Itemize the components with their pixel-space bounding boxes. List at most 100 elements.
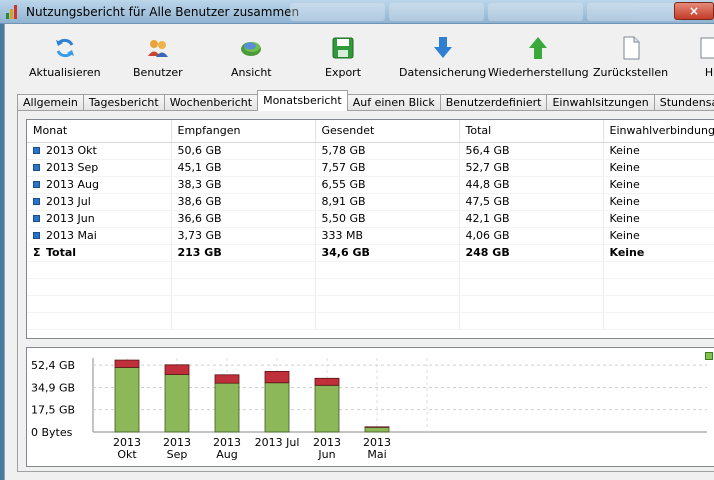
refresh-icon <box>55 38 74 58</box>
empty-cell <box>171 261 316 279</box>
cell-text: 36,6 GB <box>177 212 222 225</box>
empty-cell <box>603 261 714 279</box>
cell-text: 248 GB <box>465 246 510 259</box>
empty-cell <box>315 261 460 279</box>
restore-button[interactable]: Wiederherstellung <box>488 32 589 80</box>
cell-text: 50,6 GB <box>177 144 222 157</box>
empty-cell <box>459 295 604 313</box>
cell-received: 50,6 GB <box>171 142 316 160</box>
save-icon <box>332 37 354 59</box>
close-button[interactable]: × <box>674 2 714 20</box>
tab-stundensatz[interactable]: Stundensatz <box>653 94 714 111</box>
cell-text: 52,7 GB <box>465 161 510 174</box>
cell-sent: 333 MB <box>315 227 460 245</box>
y-tick-label: 17,5 GB <box>31 404 75 417</box>
empty-row <box>27 312 714 330</box>
cell-total: 56,4 GB <box>459 142 604 160</box>
cell-received: 3,73 GB <box>171 227 316 245</box>
window-title: Nutzungsbericht für Alle Benutzer zusamm… <box>26 4 300 19</box>
x-tick-label: 2013 Jul <box>255 436 300 449</box>
empty-cell <box>459 312 604 330</box>
cell-text: Keine <box>609 144 640 157</box>
arrow-down-icon <box>433 37 452 58</box>
bar-received <box>114 367 140 433</box>
reset-button[interactable]: Zurückstellen <box>593 32 668 80</box>
total-dialup: Keine <box>603 244 714 262</box>
cell-text: 6,55 GB <box>321 178 366 191</box>
tab-tagesbericht[interactable]: Tagesbericht <box>82 94 165 111</box>
total-received: 213 GB <box>171 244 316 262</box>
tab-einwahlsitzungen[interactable]: Einwahlsitzungen <box>546 94 655 111</box>
column-header-month[interactable]: Monat <box>27 120 172 143</box>
column-header-total[interactable]: Total <box>459 120 604 143</box>
cell-dialup: Keine <box>603 142 714 160</box>
cell-text: 2013 Jun <box>46 212 95 225</box>
cell-dialup: Keine <box>603 159 714 177</box>
row-square-icon <box>33 232 40 239</box>
cell-text: Keine <box>609 229 640 242</box>
background-taskbar <box>290 3 682 21</box>
bar-sent <box>214 374 240 384</box>
cell-total: 4,06 GB <box>459 227 604 245</box>
table-row[interactable]: 2013 Sep 45,1 GB 7,57 GB 52,7 GB Keine <box>27 159 714 177</box>
bar-received <box>314 384 340 433</box>
table-row[interactable]: 2013 Okt 50,6 GB 5,78 GB 56,4 GB Keine <box>27 142 714 160</box>
tab-wochenbericht[interactable]: Wochenbericht <box>163 94 259 111</box>
column-header-dialup[interactable]: Einwahlverbindung <box>603 120 714 143</box>
cell-sent: 8,91 GB <box>315 193 460 211</box>
cell-text: 5,50 GB <box>321 212 366 225</box>
export-button[interactable]: Export <box>325 32 361 80</box>
cell-sent: 7,57 GB <box>315 159 460 177</box>
table-row[interactable]: 2013 Jul 38,6 GB 8,91 GB 47,5 GB Keine <box>27 193 714 211</box>
empty-cell <box>171 278 316 296</box>
y-tick-label: 34,9 GB <box>31 381 75 394</box>
tab-allgemein[interactable]: Allgemein <box>17 94 84 111</box>
bar-received <box>164 374 190 433</box>
tab-benutzerdefiniert[interactable]: Benutzerdefiniert <box>439 94 548 111</box>
cell-received: 36,6 GB <box>171 210 316 228</box>
cell-text: 3,73 GB <box>177 229 222 242</box>
x-tick-label: Aug <box>216 448 237 461</box>
cell-text: 38,6 GB <box>177 195 222 208</box>
table-row[interactable]: 2013 Jun 36,6 GB 5,50 GB 42,1 GB Keine <box>27 210 714 228</box>
empty-cell <box>603 295 714 313</box>
cell-text: 34,6 GB <box>321 246 370 259</box>
cell-text: 5,78 GB <box>321 144 366 157</box>
cell-text: 56,4 GB <box>465 144 510 157</box>
export-label: Export <box>325 66 362 79</box>
tab-auf-einen-blick[interactable]: Auf einen Blick <box>346 94 441 111</box>
cell-text: Total <box>46 246 77 259</box>
cell-text: 4,06 GB <box>465 229 510 242</box>
row-square-icon <box>33 147 40 154</box>
table-row[interactable]: 2013 Aug 38,3 GB 6,55 GB 44,8 GB Keine <box>27 176 714 194</box>
column-header-sent[interactable]: Gesendet <box>315 120 460 143</box>
x-tick-label: Okt <box>117 448 137 461</box>
help-button[interactable]: H <box>697 32 714 80</box>
cell-text: 2013 Mai <box>46 229 97 242</box>
table-total-row[interactable]: Σ Total 213 GB 34,6 GB 248 GB Keine <box>27 244 714 262</box>
view-button[interactable]: Ansicht <box>231 32 272 80</box>
report-tabs: Allgemein Tagesbericht Wochenbericht Mon… <box>17 90 714 111</box>
table-row[interactable]: 2013 Mai 3,73 GB 333 MB 4,06 GB Keine <box>27 227 714 245</box>
view-icon <box>241 42 262 56</box>
refresh-button[interactable]: Aktualisieren <box>29 32 101 80</box>
empty-cell <box>27 295 172 313</box>
document-icon <box>623 36 640 60</box>
cell-dialup: Keine <box>603 227 714 245</box>
y-tick-label: 52,4 GB <box>31 359 75 372</box>
backup-label: Datensicherung <box>399 66 487 79</box>
column-header-received[interactable]: Empfangen <box>171 120 316 143</box>
cell-text: 2013 Okt <box>46 144 97 157</box>
tab-monatsbericht[interactable]: Monatsbericht <box>257 90 348 111</box>
cell-month: 2013 Jun <box>27 210 172 228</box>
users-button[interactable]: Benutzer <box>133 32 183 80</box>
cell-month: 2013 Jul <box>27 193 172 211</box>
app-icon <box>6 4 18 19</box>
cell-total: 47,5 GB <box>459 193 604 211</box>
cell-month: 2013 Okt <box>27 142 172 160</box>
cell-text: 2013 Aug <box>46 178 99 191</box>
cell-sent: 5,78 GB <box>315 142 460 160</box>
bar-received <box>214 382 240 433</box>
backup-button[interactable]: Datensicherung <box>399 32 486 80</box>
row-square-icon <box>33 215 40 222</box>
